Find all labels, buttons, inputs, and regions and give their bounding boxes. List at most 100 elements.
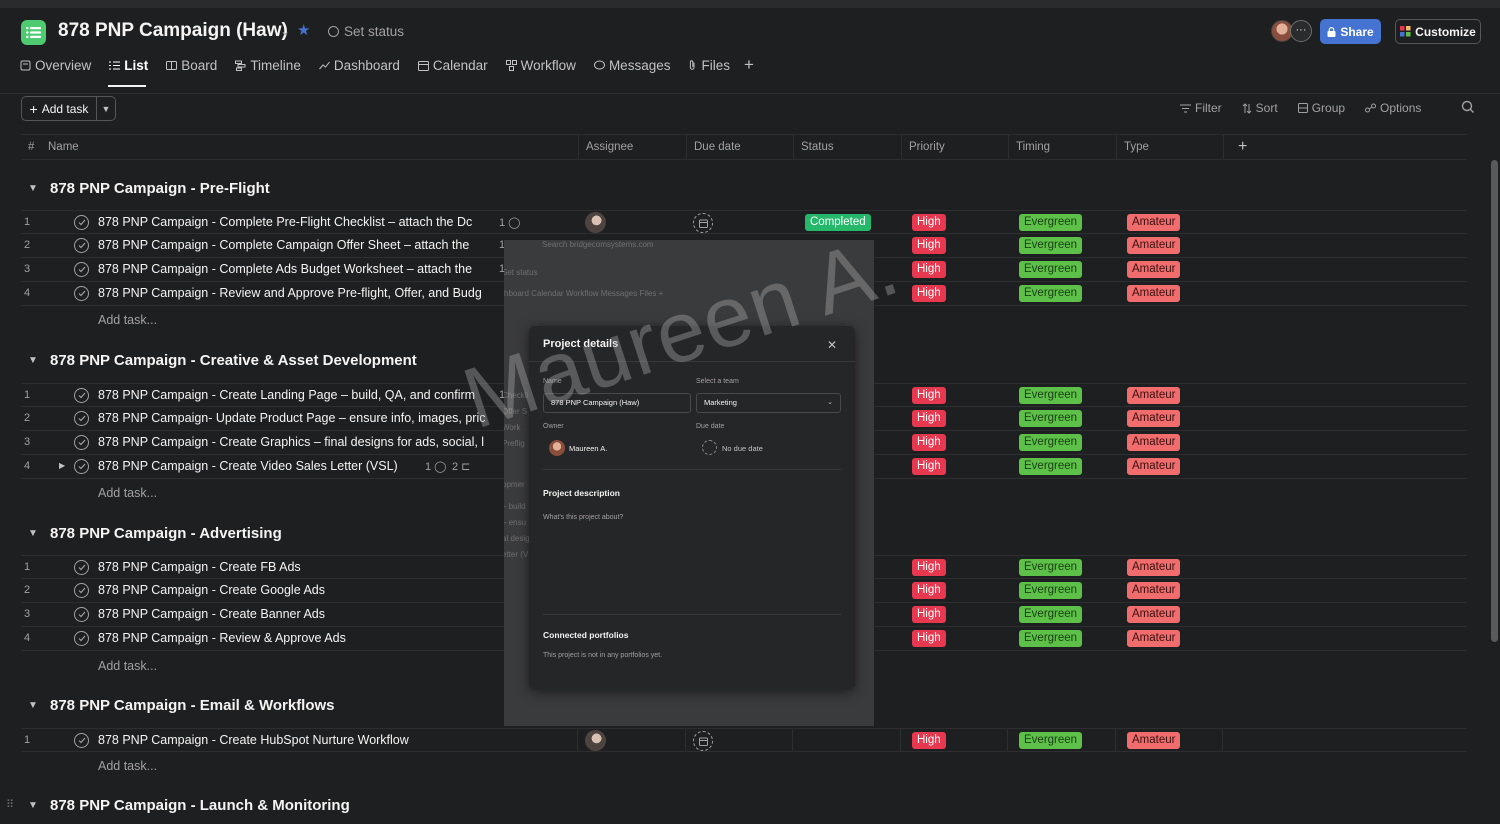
type-badge[interactable]: Amateur <box>1127 410 1181 427</box>
tab-dashboard[interactable]: Dashboard <box>318 55 400 75</box>
section-title[interactable]: 878 PNP Campaign - Pre-Flight <box>50 180 270 197</box>
owner-name[interactable]: Maureen A. <box>569 444 607 453</box>
check-circle-icon[interactable] <box>74 435 89 450</box>
section-header[interactable]: ▼ 878 PNP Campaign - Email & Workflows <box>26 694 335 716</box>
section-title[interactable]: 878 PNP Campaign - Advertising <box>50 525 282 542</box>
task-name[interactable]: 878 PNP Campaign - Create Banner Ads <box>98 607 325 621</box>
section-header[interactable]: ▼ 878 PNP Campaign - Creative & Asset De… <box>26 349 417 371</box>
priority-badge[interactable]: High <box>912 732 946 749</box>
project-name-field[interactable]: 878 PNP Campaign (Haw) <box>543 393 691 413</box>
section-header[interactable]: ▼ 878 PNP Campaign - Pre-Flight <box>26 177 270 199</box>
section-title[interactable]: 878 PNP Campaign - Email & Workflows <box>50 697 335 714</box>
priority-badge[interactable]: High <box>912 434 946 451</box>
group-button[interactable]: Group <box>1297 101 1345 115</box>
add-task-button[interactable]: + Add task ▼ <box>21 96 116 121</box>
column-header-assignee[interactable]: Assignee <box>578 135 633 159</box>
chevron-down-icon[interactable]: ⌄ <box>280 24 290 38</box>
list-project-icon[interactable] <box>21 20 46 45</box>
priority-badge[interactable]: High <box>912 214 946 231</box>
add-column-button[interactable]: + <box>1223 135 1247 159</box>
more-members-icon[interactable]: ··· <box>1290 20 1312 42</box>
task-name[interactable]: 878 PNP Campaign - Complete Ads Budget W… <box>98 262 472 276</box>
timing-badge[interactable]: Evergreen <box>1019 285 1083 302</box>
task-name[interactable]: 878 PNP Campaign - Review & Approve Ads <box>98 631 346 645</box>
check-circle-icon[interactable] <box>74 733 89 748</box>
timing-badge[interactable]: Evergreen <box>1019 387 1083 404</box>
priority-badge[interactable]: High <box>912 261 946 278</box>
type-badge[interactable]: Amateur <box>1127 458 1181 475</box>
add-task-link[interactable]: Add task... <box>98 659 157 673</box>
section-header[interactable]: ▼ 878 PNP Campaign - Advertising <box>26 522 282 544</box>
priority-badge[interactable]: High <box>912 606 946 623</box>
type-badge[interactable]: Amateur <box>1127 732 1181 749</box>
check-circle-icon[interactable] <box>74 583 89 598</box>
options-button[interactable]: Options <box>1365 101 1421 115</box>
project-description-input[interactable]: What's this project about? <box>543 514 623 521</box>
priority-badge[interactable]: High <box>912 630 946 647</box>
check-circle-icon[interactable] <box>74 560 89 575</box>
tab-workflow[interactable]: Workflow <box>505 55 576 75</box>
tab-overview[interactable]: Overview <box>20 55 91 75</box>
status-badge[interactable]: Completed <box>805 214 871 231</box>
priority-badge[interactable]: High <box>912 559 946 576</box>
column-header-name[interactable]: Name <box>41 135 79 159</box>
task-name[interactable]: 878 PNP Campaign- Update Product Page – … <box>98 411 486 425</box>
task-name[interactable]: 878 PNP Campaign - Create Landing Page –… <box>98 388 475 402</box>
timing-badge[interactable]: Evergreen <box>1019 410 1083 427</box>
type-badge[interactable]: Amateur <box>1127 559 1181 576</box>
close-icon[interactable]: ✕ <box>827 338 837 352</box>
tab-files[interactable]: Files <box>688 55 730 75</box>
add-task-link[interactable]: Add task... <box>98 313 157 327</box>
task-name[interactable]: 878 PNP Campaign - Complete Campaign Off… <box>98 238 469 252</box>
comment-count[interactable]: 1 ◯ <box>499 216 520 230</box>
calendar-icon[interactable] <box>702 440 717 455</box>
type-badge[interactable]: Amateur <box>1127 261 1181 278</box>
assignee-avatar[interactable] <box>585 212 606 233</box>
type-badge[interactable]: Amateur <box>1127 285 1181 302</box>
column-header-priority[interactable]: Priority <box>901 135 945 159</box>
section-header[interactable]: ▼ 878 PNP Campaign - Launch & Monitoring <box>26 794 350 816</box>
task-name[interactable]: 878 PNP Campaign - Create Google Ads <box>98 583 325 597</box>
check-circle-icon[interactable] <box>74 238 89 253</box>
column-header-status[interactable]: Status <box>793 135 834 159</box>
type-badge[interactable]: Amateur <box>1127 630 1181 647</box>
star-icon[interactable]: ★ <box>297 21 310 39</box>
task-name[interactable]: 878 PNP Campaign - Create HubSpot Nurtur… <box>98 733 409 747</box>
check-circle-icon[interactable] <box>74 215 89 230</box>
set-status-button[interactable]: Set status <box>328 24 404 39</box>
check-circle-icon[interactable] <box>74 411 89 426</box>
type-badge[interactable]: Amateur <box>1127 434 1181 451</box>
task-name[interactable]: 878 PNP Campaign - Create Video Sales Le… <box>98 459 398 473</box>
share-button[interactable]: Share <box>1320 19 1381 44</box>
comment-count[interactable]: 1 ◯ <box>425 460 446 474</box>
caret-down-icon[interactable]: ▼ <box>26 800 40 811</box>
owner-avatar[interactable] <box>549 440 565 456</box>
search-icon[interactable] <box>1461 100 1475 114</box>
priority-badge[interactable]: High <box>912 458 946 475</box>
calendar-icon[interactable] <box>693 731 713 751</box>
column-header-timing[interactable]: Timing <box>1008 135 1050 159</box>
check-circle-icon[interactable] <box>74 286 89 301</box>
column-header-due-date[interactable]: Due date <box>686 135 741 159</box>
table-row[interactable]: 1 878 PNP Campaign - Complete Pre-Flight… <box>21 210 1467 234</box>
type-badge[interactable]: Amateur <box>1127 237 1181 254</box>
task-name[interactable]: 878 PNP Campaign - Create Graphics – fin… <box>98 435 484 449</box>
type-badge[interactable]: Amateur <box>1127 606 1181 623</box>
assignee-avatar[interactable] <box>585 730 606 751</box>
caret-down-icon[interactable]: ▼ <box>26 183 40 194</box>
type-badge[interactable]: Amateur <box>1127 582 1181 599</box>
filter-button[interactable]: Filter <box>1180 101 1222 115</box>
vertical-scrollbar[interactable] <box>1491 160 1498 642</box>
add-task-link[interactable]: Add task... <box>98 759 157 773</box>
tab-list[interactable]: List <box>109 55 148 75</box>
tab-timeline[interactable]: Timeline <box>235 55 301 75</box>
project-title[interactable]: 878 PNP Campaign (Haw) <box>58 20 288 42</box>
caret-down-icon[interactable]: ▼ <box>26 355 40 366</box>
caret-down-icon[interactable]: ▼ <box>26 528 40 539</box>
section-title[interactable]: 878 PNP Campaign - Launch & Monitoring <box>50 797 350 814</box>
table-row[interactable]: 1 878 PNP Campaign - Create HubSpot Nurt… <box>21 728 1467 752</box>
timing-badge[interactable]: Evergreen <box>1019 732 1083 749</box>
timing-badge[interactable]: Evergreen <box>1019 261 1083 278</box>
task-name[interactable]: 878 PNP Campaign - Review and Approve Pr… <box>98 286 482 300</box>
caret-down-icon[interactable]: ▼ <box>26 700 40 711</box>
